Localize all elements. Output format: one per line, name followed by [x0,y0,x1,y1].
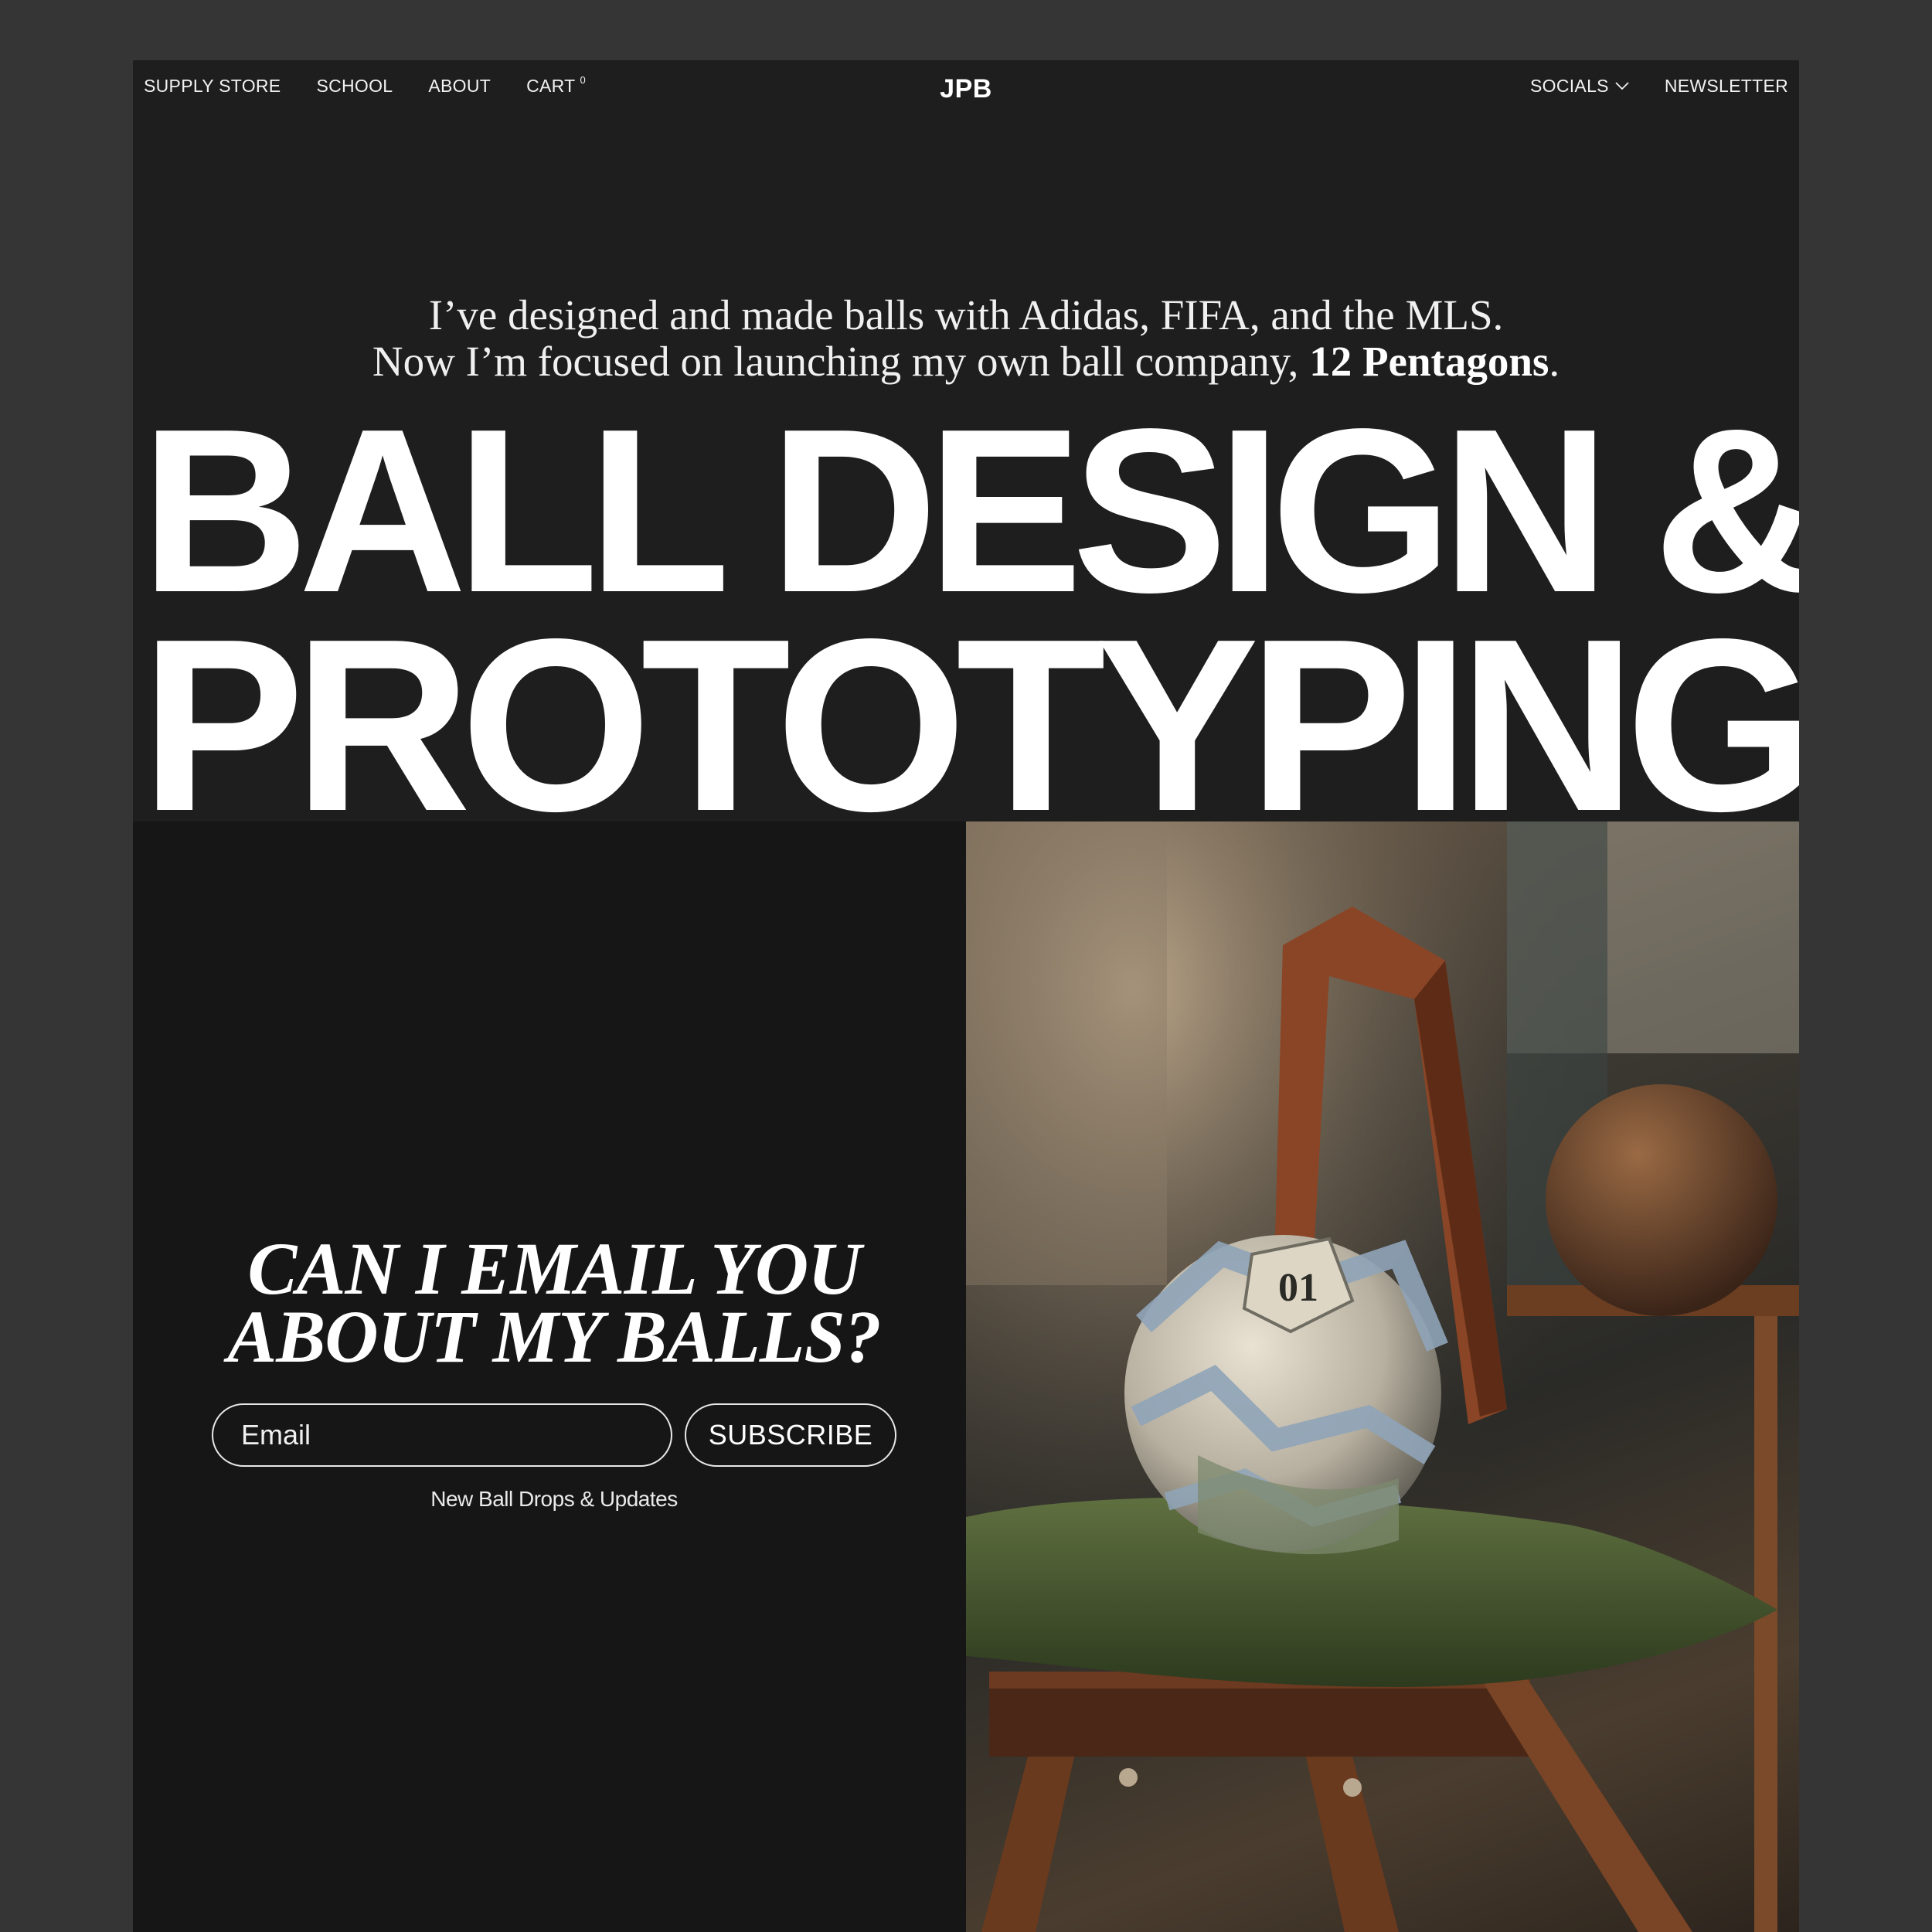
site-logo[interactable]: JPB [940,74,992,104]
intro-text: I’ve designed and made balls with Adidas… [133,292,1799,385]
brand-name: 12 Pentagons [1309,338,1549,385]
intro-line-2-prefix: Now I’m focused on launching my own ball… [372,338,1310,385]
cart-label: CART [526,76,576,96]
ball-number: 01 [1278,1266,1318,1310]
nav-socials[interactable]: SOCIALS [1530,77,1629,95]
email-signup: CAN I EMAIL YOU ABOUT MY BALLS? SUBSCRIB… [210,1227,898,1512]
subscribe-button[interactable]: SUBSCRIBE [685,1403,896,1467]
top-nav: SUPPLY STORE SCHOOL ABOUT CART 0 JPB SOC… [133,60,1799,116]
signup-form: SUBSCRIBE [210,1403,898,1467]
chevron-down-icon [1615,82,1629,90]
nav-cart[interactable]: CART 0 [526,74,587,96]
page: SUPPLY STORE SCHOOL ABOUT CART 0 JPB SOC… [133,60,1799,1932]
nav-supply-store[interactable]: SUPPLY STORE [144,77,281,95]
signup-title-line-2: ABOUT MY BALLS? [227,1295,882,1378]
signup-title: CAN I EMAIL YOU ABOUT MY BALLS? [210,1227,898,1378]
nav-about[interactable]: ABOUT [428,77,491,95]
intro-line-1: I’ve designed and made balls with Adidas… [428,291,1504,338]
signup-title-line-1: CAN I EMAIL YOU [247,1227,861,1310]
hero-title-line-2: PROTOTYPING [141,588,1799,862]
nav-school[interactable]: SCHOOL [316,77,393,95]
socials-label: SOCIALS [1530,76,1609,96]
nav-left: SUPPLY STORE SCHOOL ABOUT CART 0 [144,74,587,96]
intro-line-2-suffix: . [1549,338,1560,385]
photo-illustration: 01 [966,821,1799,1932]
intro-line-2: Now I’m focused on launching my own ball… [133,338,1799,385]
signup-note: New Ball Drops & Updates [430,1487,678,1511]
hero-photo: 01 [966,821,1799,1932]
nav-right: SOCIALS NEWSLETTER [1530,77,1788,95]
email-input[interactable] [212,1403,672,1467]
nav-newsletter[interactable]: NEWSLETTER [1665,77,1788,95]
cart-count: 0 [580,74,587,86]
